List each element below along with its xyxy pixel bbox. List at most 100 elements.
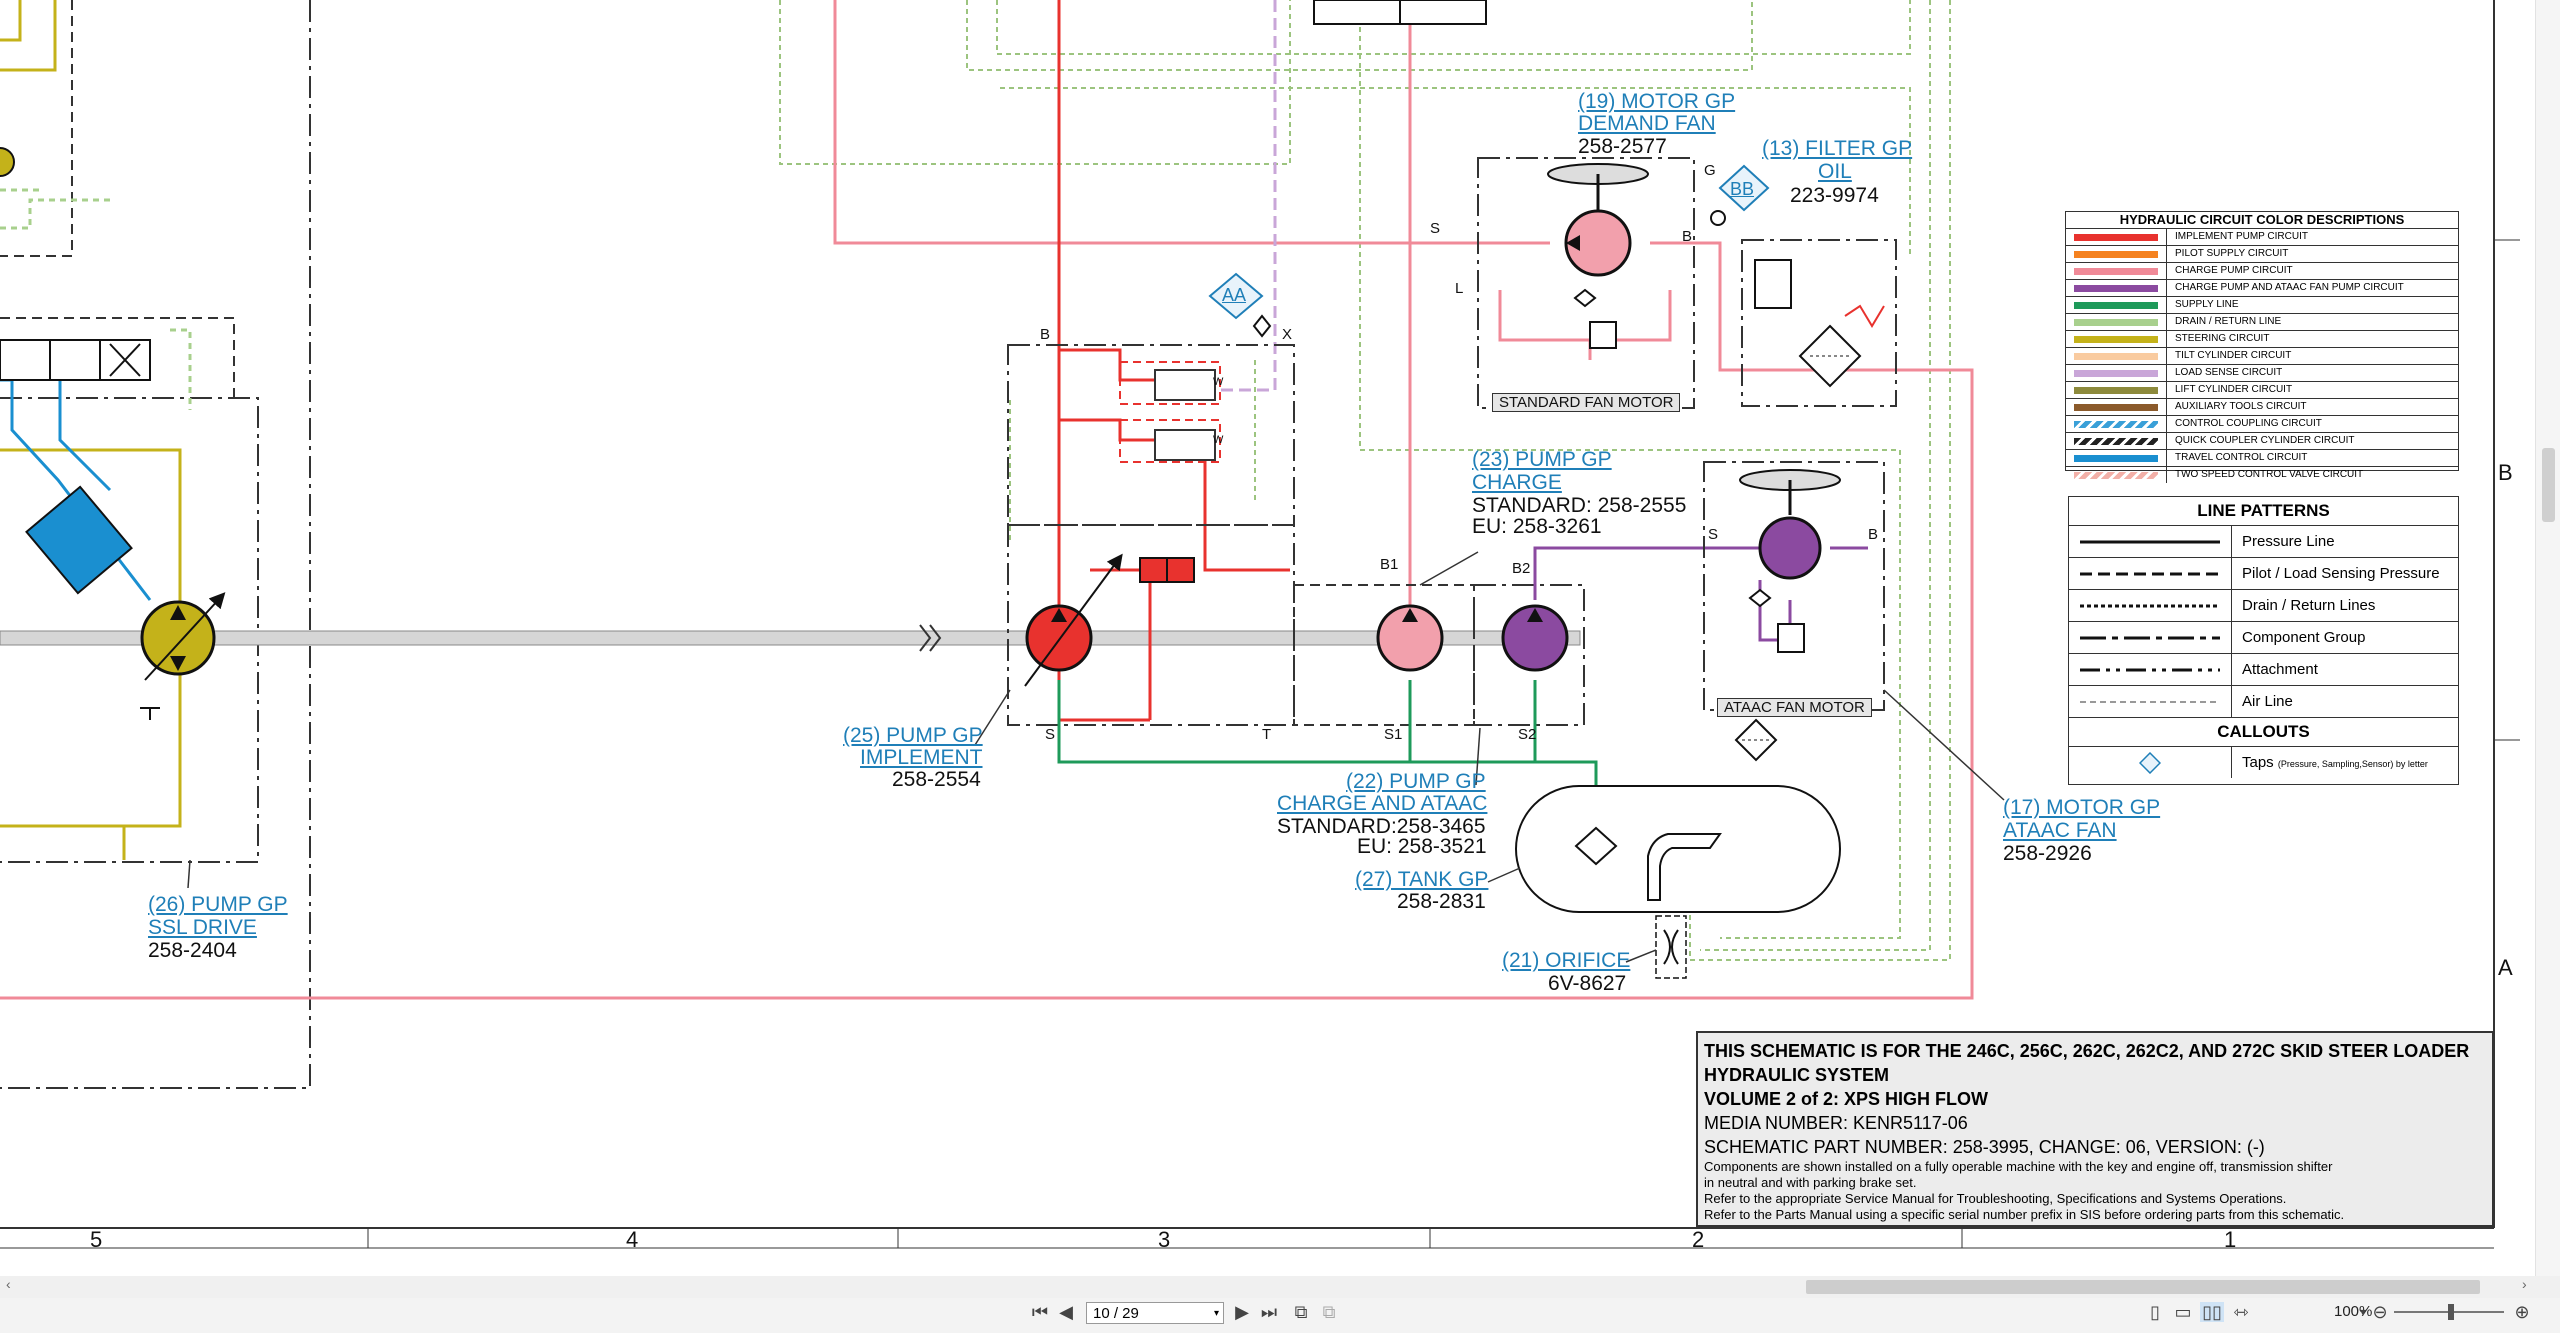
color-legend-row: TWO SPEED CONTROL VALVE CIRCUIT <box>2066 467 2458 483</box>
zoom-in-icon[interactable]: ⊕ <box>2512 1302 2532 1322</box>
color-legend-label: PILOT SUPPLY CIRCUIT <box>2175 248 2289 259</box>
paste-page-icon[interactable]: ⧉ <box>1318 1302 1340 1322</box>
port-l-label: L <box>1455 280 1464 297</box>
last-page-icon[interactable]: ⏭ <box>1258 1302 1280 1322</box>
standard-fan-motor-group <box>1477 157 1695 409</box>
color-legend-row: STEERING CIRCUIT <box>2066 331 2458 348</box>
color-legend-label: DRAIN / RETURN LINE <box>2175 316 2282 327</box>
callouts-title: CALLOUTS <box>2069 718 2458 747</box>
color-swatch <box>2066 433 2167 449</box>
zoom-out-icon[interactable]: ⊖ <box>2370 1302 2390 1322</box>
page-number-value: 10 / 29 <box>1093 1305 1139 1322</box>
filter-oil-name[interactable]: OIL <box>1818 160 1852 183</box>
color-legend-label: TILT CYLINDER CIRCUIT <box>2175 350 2292 361</box>
pump-implement-name[interactable]: IMPLEMENT <box>860 746 983 769</box>
next-page-icon[interactable]: ▶ <box>1232 1302 1252 1322</box>
color-swatch-bar <box>2074 403 2158 411</box>
pump-ssl-name[interactable]: SSL DRIVE <box>148 916 257 939</box>
horizontal-scrollbar[interactable]: ‹ › <box>0 1276 2560 1298</box>
pump-charge-ataac-name[interactable]: CHARGE AND ATAAC <box>1277 792 1487 815</box>
motor-ataac-fan-callout[interactable]: (17) MOTOR GP <box>2003 796 2160 819</box>
single-page-view-icon[interactable]: ▯ <box>2144 1302 2166 1322</box>
top-valve-stub <box>1313 0 1487 25</box>
color-legend-row: CHARGE PUMP AND ATAAC FAN PUMP CIRCUIT <box>2066 280 2458 297</box>
copy-page-icon[interactable]: ⧉ <box>1290 1302 1312 1322</box>
facing-view-icon[interactable]: ▯▯ <box>2200 1302 2224 1322</box>
tap-aa-label[interactable]: AA <box>1222 284 1246 307</box>
port-g-label: G <box>1704 162 1716 179</box>
color-swatch <box>2066 331 2167 347</box>
scroll-left-icon[interactable]: ‹ <box>6 1276 11 1292</box>
implement-pump <box>1024 553 1123 687</box>
port-t-label: T <box>1262 726 1272 743</box>
color-legend-row: TRAVEL CONTROL CIRCUIT <box>2066 450 2458 467</box>
frame-col-5: 5 <box>90 1227 103 1252</box>
port-b-ataac-label: B <box>1868 526 1879 543</box>
motor-ataac-fan-part: 258-2926 <box>2003 842 2092 865</box>
color-legend-label: QUICK COUPLER CYLINDER CIRCUIT <box>2175 435 2355 446</box>
pump-charge-callout[interactable]: (23) PUMP GP <box>1472 448 1612 471</box>
pump-ssl-callout[interactable]: (26) PUMP GP <box>148 893 288 916</box>
first-page-icon[interactable]: ⏮ <box>1030 1302 1050 1322</box>
color-legend-row: CONTROL COUPLING CIRCUIT <box>2066 416 2458 433</box>
scroll-right-icon[interactable]: › <box>2522 1276 2527 1292</box>
pump-charge-name[interactable]: CHARGE <box>1472 471 1562 494</box>
filter-oil-callout[interactable]: (13) FILTER GP <box>1762 137 1912 160</box>
page-number-field[interactable]: 10 / 29 ▾ <box>1086 1302 1224 1324</box>
pump-implement-part: 258-2554 <box>892 768 981 791</box>
pattern-label: Pilot / Load Sensing Pressure <box>2242 565 2440 582</box>
color-swatch-bar <box>2074 454 2158 462</box>
orifice-callout[interactable]: (21) ORIFICE <box>1502 949 1630 972</box>
color-legend-row: QUICK COUPLER CYLINDER CIRCUIT <box>2066 433 2458 450</box>
color-swatch <box>2066 229 2167 245</box>
continuous-view-icon[interactable]: ▭ <box>2172 1302 2194 1322</box>
color-legend-label: IMPLEMENT PUMP CIRCUIT <box>2175 231 2308 242</box>
zoom-slider-handle[interactable] <box>2448 1304 2454 1320</box>
vertical-scroll-thumb[interactable] <box>2542 448 2555 522</box>
color-legend-row: TILT CYLINDER CIRCUIT <box>2066 348 2458 365</box>
color-legend-label: CHARGE PUMP AND ATAAC FAN PUMP CIRCUIT <box>2175 282 2404 293</box>
motor-demand-fan-callout[interactable]: (19) MOTOR GP <box>1578 90 1735 113</box>
pattern-label: Pressure Line <box>2242 533 2335 550</box>
port-s2-label: S2 <box>1518 726 1537 743</box>
pattern-row: Pilot / Load Sensing Pressure <box>2069 558 2458 590</box>
pump-charge-ataac-callout[interactable]: (22) PUMP GP <box>1346 770 1486 793</box>
pump-implement-callout[interactable]: (25) PUMP GP <box>843 724 983 747</box>
fit-width-icon[interactable]: ⇿ <box>2230 1302 2252 1322</box>
vertical-scrollbar[interactable] <box>2535 0 2560 1276</box>
color-swatch <box>2066 450 2167 466</box>
frame-col-1: 1 <box>2224 1227 2237 1252</box>
filter-group <box>1710 210 1897 407</box>
taps-label: Taps <box>2242 754 2274 771</box>
port-s1-label: S1 <box>1384 726 1403 743</box>
color-swatch-bar <box>2074 420 2158 428</box>
frame-row-a: A <box>2498 955 2513 980</box>
valve-w-label-1: W <box>1213 376 1224 388</box>
zoom-dropdown-icon[interactable]: ▾ <box>2356 1302 2370 1322</box>
color-swatch-bar <box>2074 471 2158 479</box>
left-control-valve <box>0 339 151 381</box>
color-swatch <box>2066 416 2167 432</box>
port-b1-label: B1 <box>1380 556 1399 573</box>
valve-w-label-2: W <box>1213 434 1224 446</box>
color-swatch-bar <box>2074 369 2158 377</box>
previous-page-icon[interactable]: ◀ <box>1056 1302 1076 1322</box>
color-legend-label: SUPPLY LINE <box>2175 299 2239 310</box>
motor-ataac-fan-name[interactable]: ATAAC FAN <box>2003 819 2117 842</box>
relief-valve <box>1139 557 1195 583</box>
pattern-row: Component Group <box>2069 622 2458 654</box>
frame-col-3: 3 <box>1158 1227 1171 1252</box>
schematic-part-number: SCHEMATIC PART NUMBER: 258-3995, CHANGE:… <box>1704 1137 2265 1157</box>
tap-bb-label[interactable]: BB <box>1730 178 1754 201</box>
color-legend-row: LOAD SENSE CIRCUIT <box>2066 365 2458 382</box>
color-swatch-bar <box>2074 301 2158 309</box>
page-dropdown-icon[interactable]: ▾ <box>1214 1303 1219 1325</box>
port-b-label: B <box>1040 326 1051 343</box>
tank-callout[interactable]: (27) TANK GP <box>1355 868 1488 891</box>
motor-demand-fan-name[interactable]: DEMAND FAN <box>1578 112 1716 135</box>
color-legend-row: CHARGE PUMP CIRCUIT <box>2066 263 2458 280</box>
horizontal-scroll-thumb[interactable] <box>1806 1280 2480 1294</box>
color-swatch <box>2066 399 2167 415</box>
pattern-row: Attachment <box>2069 654 2458 686</box>
port-b-fan-label: B <box>1682 228 1693 245</box>
